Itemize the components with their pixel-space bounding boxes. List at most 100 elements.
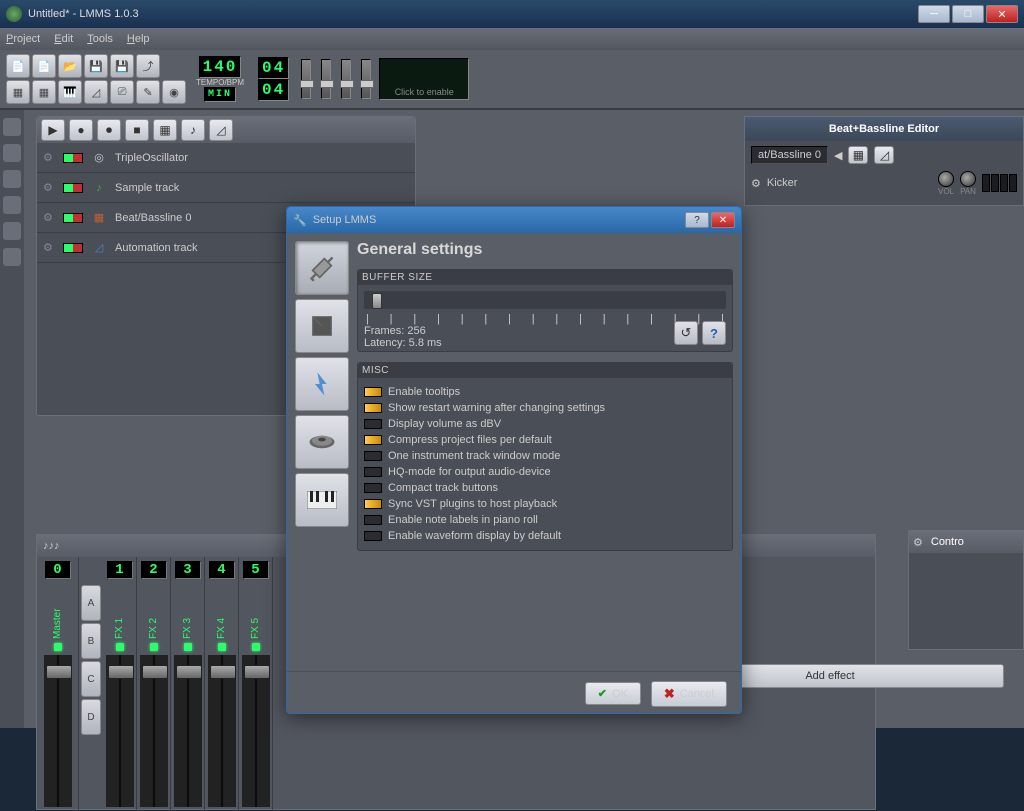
option-toggle[interactable] (364, 531, 382, 541)
option-toggle[interactable] (364, 451, 382, 461)
bb-add-button[interactable]: ◿ (874, 146, 894, 164)
track-name[interactable]: Automation track (115, 242, 198, 254)
tab-general[interactable] (295, 241, 349, 295)
channel-led[interactable] (54, 643, 62, 651)
mixer-button[interactable]: ⎚ (110, 80, 134, 104)
record-play-button[interactable]: ⏺ (97, 119, 121, 141)
ok-button[interactable]: ✔OK (585, 682, 641, 705)
option-row[interactable]: Sync VST plugins to host playback (364, 496, 726, 512)
send-c-button[interactable]: C (81, 661, 101, 697)
tab-paths[interactable] (295, 299, 349, 353)
automation-button[interactable]: ◿ (84, 80, 108, 104)
beat-combo[interactable]: at/Bassline 0 (751, 146, 828, 164)
send-d-button[interactable]: D (81, 699, 101, 735)
dialog-titlebar[interactable]: 🔧 Setup LMMS ? ✕ (287, 207, 741, 233)
option-toggle[interactable] (364, 499, 382, 509)
step-cell[interactable] (1000, 174, 1008, 192)
step-cell[interactable] (982, 174, 990, 192)
buffer-slider[interactable] (364, 291, 726, 309)
fx-channel[interactable]: 3 FX 3 (171, 557, 205, 811)
sidetab-projects[interactable] (3, 248, 21, 266)
sidetab-samples[interactable] (3, 144, 21, 162)
cancel-button[interactable]: ✖Cancel (651, 681, 727, 707)
bbeditor-button[interactable]: ▦ (32, 80, 56, 104)
fx-channel[interactable]: 1 FX 1 (103, 557, 137, 811)
fx-fader[interactable] (208, 655, 236, 807)
reset-button[interactable]: ↺ (674, 321, 698, 345)
channel-led[interactable] (150, 643, 158, 651)
channel-led[interactable] (184, 643, 192, 651)
songeditor-button[interactable]: ▦ (6, 80, 30, 104)
track-row[interactable]: ⚙ ♪ Sample track (37, 173, 415, 203)
fx-channel[interactable]: 4 FX 4 (205, 557, 239, 811)
gear-icon[interactable]: ⚙ (43, 181, 57, 195)
close-button[interactable]: ✕ (986, 5, 1018, 23)
send-b-button[interactable]: B (81, 623, 101, 659)
save-as-button[interactable]: 💾 (110, 54, 134, 78)
fx-fader[interactable] (106, 655, 134, 807)
option-row[interactable]: One instrument track window mode (364, 448, 726, 464)
add-auto-button[interactable]: ◿ (209, 119, 233, 141)
sidetab-instruments[interactable] (3, 118, 21, 136)
channel-led[interactable] (218, 643, 226, 651)
pan-knob[interactable] (960, 171, 976, 187)
option-toggle[interactable] (364, 403, 382, 413)
pianoroll-button[interactable]: 🎹 (58, 80, 82, 104)
export-button[interactable]: ⤴ (136, 54, 160, 78)
track-name[interactable]: Beat/Bassline 0 (115, 212, 191, 224)
timesig-den[interactable]: 04 (258, 79, 289, 101)
dialog-close-button[interactable]: ✕ (711, 212, 735, 228)
option-row[interactable]: Show restart warning after changing sett… (364, 400, 726, 416)
notes-button[interactable]: ✎ (136, 80, 160, 104)
triangle-left-icon[interactable]: ◀ (834, 149, 842, 162)
slider-4[interactable] (361, 59, 371, 99)
mute-solo-toggle[interactable] (63, 183, 83, 193)
option-row[interactable]: Compact track buttons (364, 480, 726, 496)
master-volume-slider[interactable] (301, 59, 311, 99)
new-template-button[interactable]: 📄 (32, 54, 56, 78)
add-bb-button[interactable]: ♪ (181, 119, 205, 141)
option-toggle[interactable] (364, 515, 382, 525)
gear-icon[interactable]: ⚙ (751, 177, 761, 190)
sidetab-computer[interactable] (3, 222, 21, 240)
open-button[interactable]: 📂 (58, 54, 82, 78)
fx-channel[interactable]: 5 FX 5 (239, 557, 273, 811)
option-toggle[interactable] (364, 483, 382, 493)
track-name[interactable]: TripleOscillator (115, 152, 188, 164)
fx-fader[interactable] (174, 655, 202, 807)
slider-3[interactable] (341, 59, 351, 99)
option-row[interactable]: Enable waveform display by default (364, 528, 726, 544)
step-cell[interactable] (1009, 174, 1017, 192)
volume-knob[interactable] (938, 171, 954, 187)
master-fader[interactable] (44, 655, 72, 807)
gear-icon[interactable]: ⚙ (43, 211, 57, 225)
mute-solo-toggle[interactable] (63, 243, 83, 253)
fx-fader[interactable] (242, 655, 270, 807)
channel-led[interactable] (252, 643, 260, 651)
new-button[interactable]: 📄 (6, 54, 30, 78)
tab-midi[interactable] (295, 473, 349, 527)
menu-help[interactable]: Help (127, 33, 150, 45)
play-button[interactable]: ▶ (41, 119, 65, 141)
record-button[interactable]: ● (69, 119, 93, 141)
option-toggle[interactable] (364, 419, 382, 429)
step-cell[interactable] (991, 174, 999, 192)
send-a-button[interactable]: A (81, 585, 101, 621)
gear-icon[interactable]: ⚙ (43, 241, 57, 255)
master-channel[interactable]: 0 Master (37, 557, 79, 811)
maximize-button[interactable]: □ (952, 5, 984, 23)
bb-play-button[interactable]: ▦ (848, 146, 868, 164)
save-button[interactable]: 💾 (84, 54, 108, 78)
menu-tools[interactable]: Tools (87, 33, 113, 45)
help-button[interactable]: ? (685, 212, 709, 228)
menu-edit[interactable]: Edit (54, 33, 73, 45)
option-row[interactable]: Compress project files per default (364, 432, 726, 448)
add-track-button[interactable]: ▦ (153, 119, 177, 141)
controller-button[interactable]: ◉ (162, 80, 186, 104)
timesig-num[interactable]: 04 (258, 57, 289, 79)
menu-project[interactable]: Project (6, 33, 40, 45)
fx-channel[interactable]: 2 FX 2 (137, 557, 171, 811)
option-row[interactable]: HQ-mode for output audio-device (364, 464, 726, 480)
sidetab-presets[interactable] (3, 170, 21, 188)
channel-led[interactable] (116, 643, 124, 651)
